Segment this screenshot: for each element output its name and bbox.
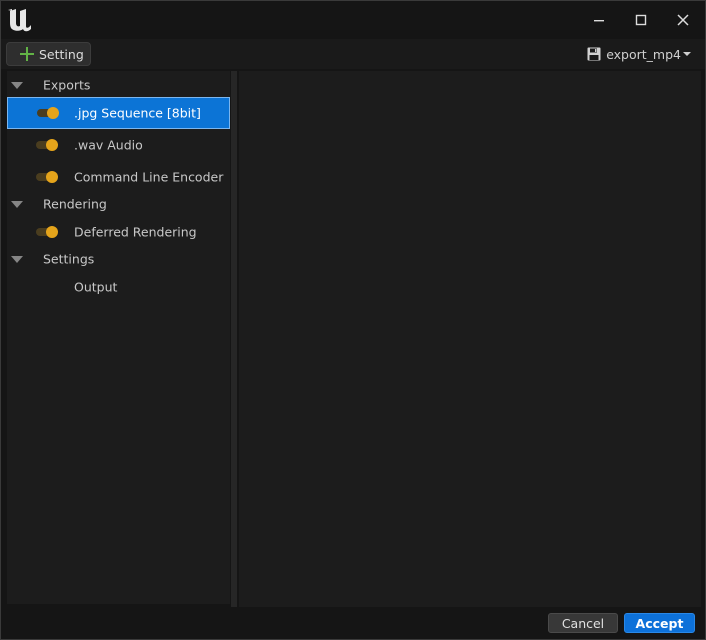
toolbar: Setting export_mp4 xyxy=(1,39,705,69)
settings-tree-panel: Exports .jpg Sequence [8bit] .wav Audio … xyxy=(7,71,230,604)
tree-item-label: Output xyxy=(74,279,118,295)
render-settings-window: Setting export_mp4 Exports .jpg Sequence… xyxy=(0,0,706,640)
toggle-icon[interactable] xyxy=(36,139,58,151)
tree-item-jpg-sequence[interactable]: .jpg Sequence [8bit] xyxy=(7,97,230,129)
maximize-icon xyxy=(635,14,647,26)
expand-arrow-icon[interactable] xyxy=(11,82,23,89)
tree-group-label: Exports xyxy=(43,77,91,93)
details-panel xyxy=(239,71,701,607)
toggle-icon[interactable] xyxy=(36,171,58,183)
preset-name: export_mp4 xyxy=(606,46,681,62)
tree-item-label: Command Line Encoder xyxy=(74,169,224,185)
preset-dropdown[interactable]: export_mp4 xyxy=(587,44,691,64)
title-bar[interactable] xyxy=(1,1,705,39)
close-icon xyxy=(677,14,689,26)
unreal-engine-logo-icon xyxy=(8,9,31,32)
close-button[interactable] xyxy=(663,5,703,35)
maximize-button[interactable] xyxy=(621,5,661,35)
tree-item-command-line-encoder[interactable]: Command Line Encoder xyxy=(7,163,230,191)
cancel-button[interactable]: Cancel xyxy=(548,613,618,633)
chevron-down-icon xyxy=(683,52,691,56)
tree-group-rendering[interactable]: Rendering xyxy=(7,194,230,214)
tree-group-exports[interactable]: Exports xyxy=(7,75,230,95)
expand-arrow-icon[interactable] xyxy=(11,256,23,263)
tree-item-label: .jpg Sequence [8bit] xyxy=(74,105,201,121)
plus-icon xyxy=(20,47,34,61)
tree-group-settings[interactable]: Settings xyxy=(7,249,230,269)
tree-item-label: Deferred Rendering xyxy=(74,224,197,240)
panel-splitter[interactable] xyxy=(231,71,237,607)
tree-item-deferred-rendering[interactable]: Deferred Rendering xyxy=(7,218,230,246)
save-icon xyxy=(587,47,601,61)
tree-item-output[interactable]: Output xyxy=(7,273,230,301)
add-setting-label: Setting xyxy=(39,46,84,62)
tree-item-wav-audio[interactable]: .wav Audio xyxy=(7,131,230,159)
minimize-icon xyxy=(594,20,604,22)
tree-group-label: Rendering xyxy=(43,196,107,212)
accept-button[interactable]: Accept xyxy=(624,613,695,633)
toggle-icon[interactable] xyxy=(37,107,59,119)
tree-item-label: .wav Audio xyxy=(74,137,143,153)
expand-arrow-icon[interactable] xyxy=(11,201,23,208)
toggle-icon[interactable] xyxy=(36,226,58,238)
tree-group-label: Settings xyxy=(43,251,95,267)
add-setting-button[interactable]: Setting xyxy=(6,42,91,66)
minimize-button[interactable] xyxy=(579,5,619,35)
